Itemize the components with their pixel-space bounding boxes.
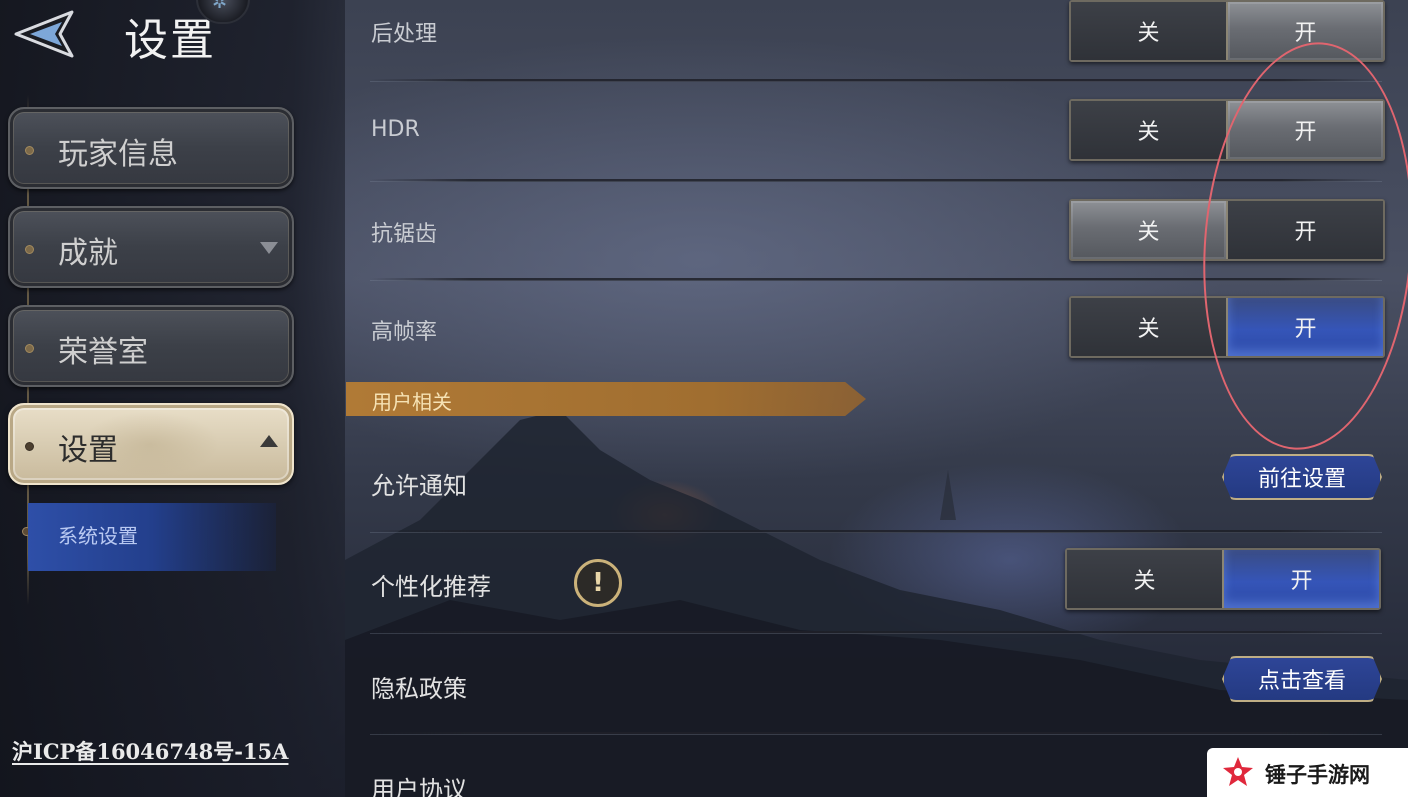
bullet-icon: [25, 442, 34, 451]
bullet-icon: [25, 344, 34, 353]
sidebar-item-honor-room[interactable]: 荣誉室: [8, 305, 294, 387]
section-header-label: 用户相关: [372, 390, 452, 414]
toggle-anti-aliasing: 关 开: [1069, 199, 1385, 261]
toggle-high-frame-rate: 关 开: [1069, 296, 1385, 358]
watermark: 锤子手游网: [1207, 748, 1408, 797]
sidebar-subitem-label: 系统设置: [58, 524, 138, 548]
toggle-off-option[interactable]: 关: [1071, 2, 1226, 60]
setting-label-user-agreement[interactable]: 用户协议: [371, 770, 467, 797]
bullet-icon: [25, 146, 34, 155]
sidebar-item-achievements[interactable]: 成就: [8, 206, 294, 288]
divider: [370, 732, 1382, 735]
sidebar-subitem-system-settings[interactable]: 系统设置: [28, 503, 276, 571]
setting-label-hdr: HDR: [371, 117, 420, 142]
toggle-off-option[interactable]: 关: [1071, 298, 1226, 356]
setting-label-personalized-recommendations: 个性化推荐: [371, 573, 491, 601]
sidebar-item-settings[interactable]: 设置: [8, 403, 294, 485]
sidebar-item-player-info[interactable]: 玩家信息: [8, 107, 294, 189]
toggle-on-option[interactable]: 开: [1226, 298, 1383, 356]
toggle-hdr: 关 开: [1069, 99, 1385, 161]
watermark-text: 锤子手游网: [1265, 763, 1370, 787]
section-header-user: 用户相关: [346, 382, 866, 416]
toggle-off-option[interactable]: 关: [1067, 550, 1222, 608]
toggle-personalized-recommendations: 关 开: [1065, 548, 1381, 610]
sidebar-item-label: 成就: [58, 236, 118, 271]
go-to-settings-button[interactable]: 前往设置: [1222, 454, 1382, 500]
setting-label-anti-aliasing: 抗锯齿: [371, 222, 438, 247]
toggle-on-option[interactable]: 开: [1226, 201, 1383, 259]
info-icon[interactable]: !: [574, 559, 622, 607]
divider: [370, 179, 1382, 182]
bullet-icon: [25, 245, 34, 254]
toggle-on-option[interactable]: 开: [1222, 550, 1379, 608]
chevron-down-icon: [260, 242, 278, 254]
setting-label-privacy-policy: 隐私政策: [371, 675, 467, 703]
back-button[interactable]: [10, 6, 82, 62]
chevron-up-icon: [260, 435, 278, 447]
toggle-on-option[interactable]: 开: [1226, 101, 1383, 159]
toggle-on-option[interactable]: 开: [1226, 2, 1383, 60]
settings-screen: 设置 ✲ 玩家信息 成就 荣誉室 设置 系统设置 沪ICP备16046748号-…: [0, 0, 1408, 797]
toggle-off-option[interactable]: 关: [1071, 201, 1226, 259]
view-privacy-policy-button[interactable]: 点击查看: [1222, 656, 1382, 702]
icp-license-link[interactable]: 沪ICP备16046748号-15A: [12, 736, 288, 766]
divider: [370, 631, 1382, 634]
back-arrow-icon: [14, 10, 74, 58]
star-logo-icon: [1223, 757, 1253, 786]
sidebar-item-label: 玩家信息: [58, 137, 178, 172]
divider: [370, 79, 1382, 82]
divider: [370, 278, 1382, 281]
sidebar-item-label: 设置: [58, 433, 118, 468]
setting-label-high-frame-rate: 高帧率: [371, 320, 438, 345]
setting-label-allow-notifications: 允许通知: [371, 472, 467, 500]
toggle-post-processing: 关 开: [1069, 0, 1385, 62]
sidebar-item-label: 荣誉室: [58, 335, 148, 370]
toggle-off-option[interactable]: 关: [1071, 101, 1226, 159]
sidebar: 设置 ✲ 玩家信息 成就 荣誉室 设置 系统设置 沪ICP备16046748号-…: [0, 0, 345, 797]
setting-label-post-processing: 后处理: [371, 22, 438, 47]
divider: [370, 530, 1382, 533]
